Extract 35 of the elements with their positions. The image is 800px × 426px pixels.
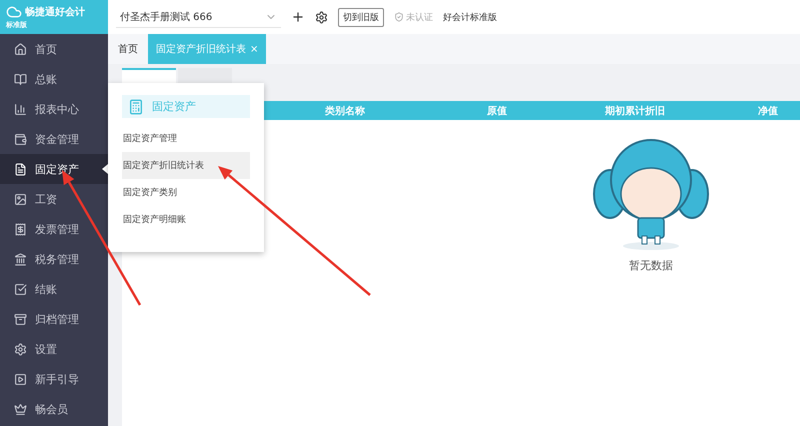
sidebar-item[interactable]: 工资	[0, 184, 108, 214]
menu-item[interactable]: 固定资产管理	[122, 125, 250, 152]
sidebar-item[interactable]: 设置	[0, 334, 108, 364]
cloud-icon	[6, 4, 22, 20]
flyout-title: 固定资产	[122, 95, 250, 118]
settings-icon	[14, 342, 27, 356]
calculator-icon	[128, 98, 144, 114]
sidebar-item[interactable]: 畅会员	[0, 394, 108, 424]
sidebar-item[interactable]: 首页	[0, 34, 108, 64]
product-name: 好会计标准版	[443, 12, 497, 24]
settings-icon[interactable]	[315, 10, 328, 24]
plus-icon[interactable]	[291, 10, 305, 24]
account-select[interactable]: 付圣杰手册测试 666	[116, 6, 281, 28]
sidebar-item[interactable]: 税务管理	[0, 244, 108, 274]
column-header: 净值	[758, 104, 779, 118]
sidebar-item[interactable]: 发票管理	[0, 214, 108, 244]
menu-item[interactable]: 固定资产明细账	[122, 206, 250, 233]
sidebar-item[interactable]: 结账	[0, 274, 108, 304]
page-tab[interactable]: 首页	[108, 34, 148, 64]
menu-item[interactable]: 固定资产折旧统计表	[122, 152, 250, 179]
empty-text: 暂无数据	[629, 258, 673, 273]
sidebar-item[interactable]: 资金管理	[0, 124, 108, 154]
switch-version-button[interactable]: 切到旧版	[338, 8, 384, 26]
sidebar-item[interactable]: 归档管理	[0, 304, 108, 334]
menu-item[interactable]: 固定资产类别	[122, 179, 250, 206]
home-icon	[14, 42, 27, 56]
logo-name: 畅捷通好会计	[25, 6, 85, 19]
sidebar-item[interactable]: 总账	[0, 64, 108, 94]
cert-status: 未认证	[406, 12, 433, 24]
column-header: 期初累计折旧	[605, 104, 666, 118]
column-header: 类别名称	[325, 104, 366, 118]
column-header: 原值	[487, 104, 508, 118]
shield-icon	[394, 12, 404, 22]
sidebar-item[interactable]: 新手引导	[0, 364, 108, 394]
sidebar-item[interactable]: 报表中心	[0, 94, 108, 124]
